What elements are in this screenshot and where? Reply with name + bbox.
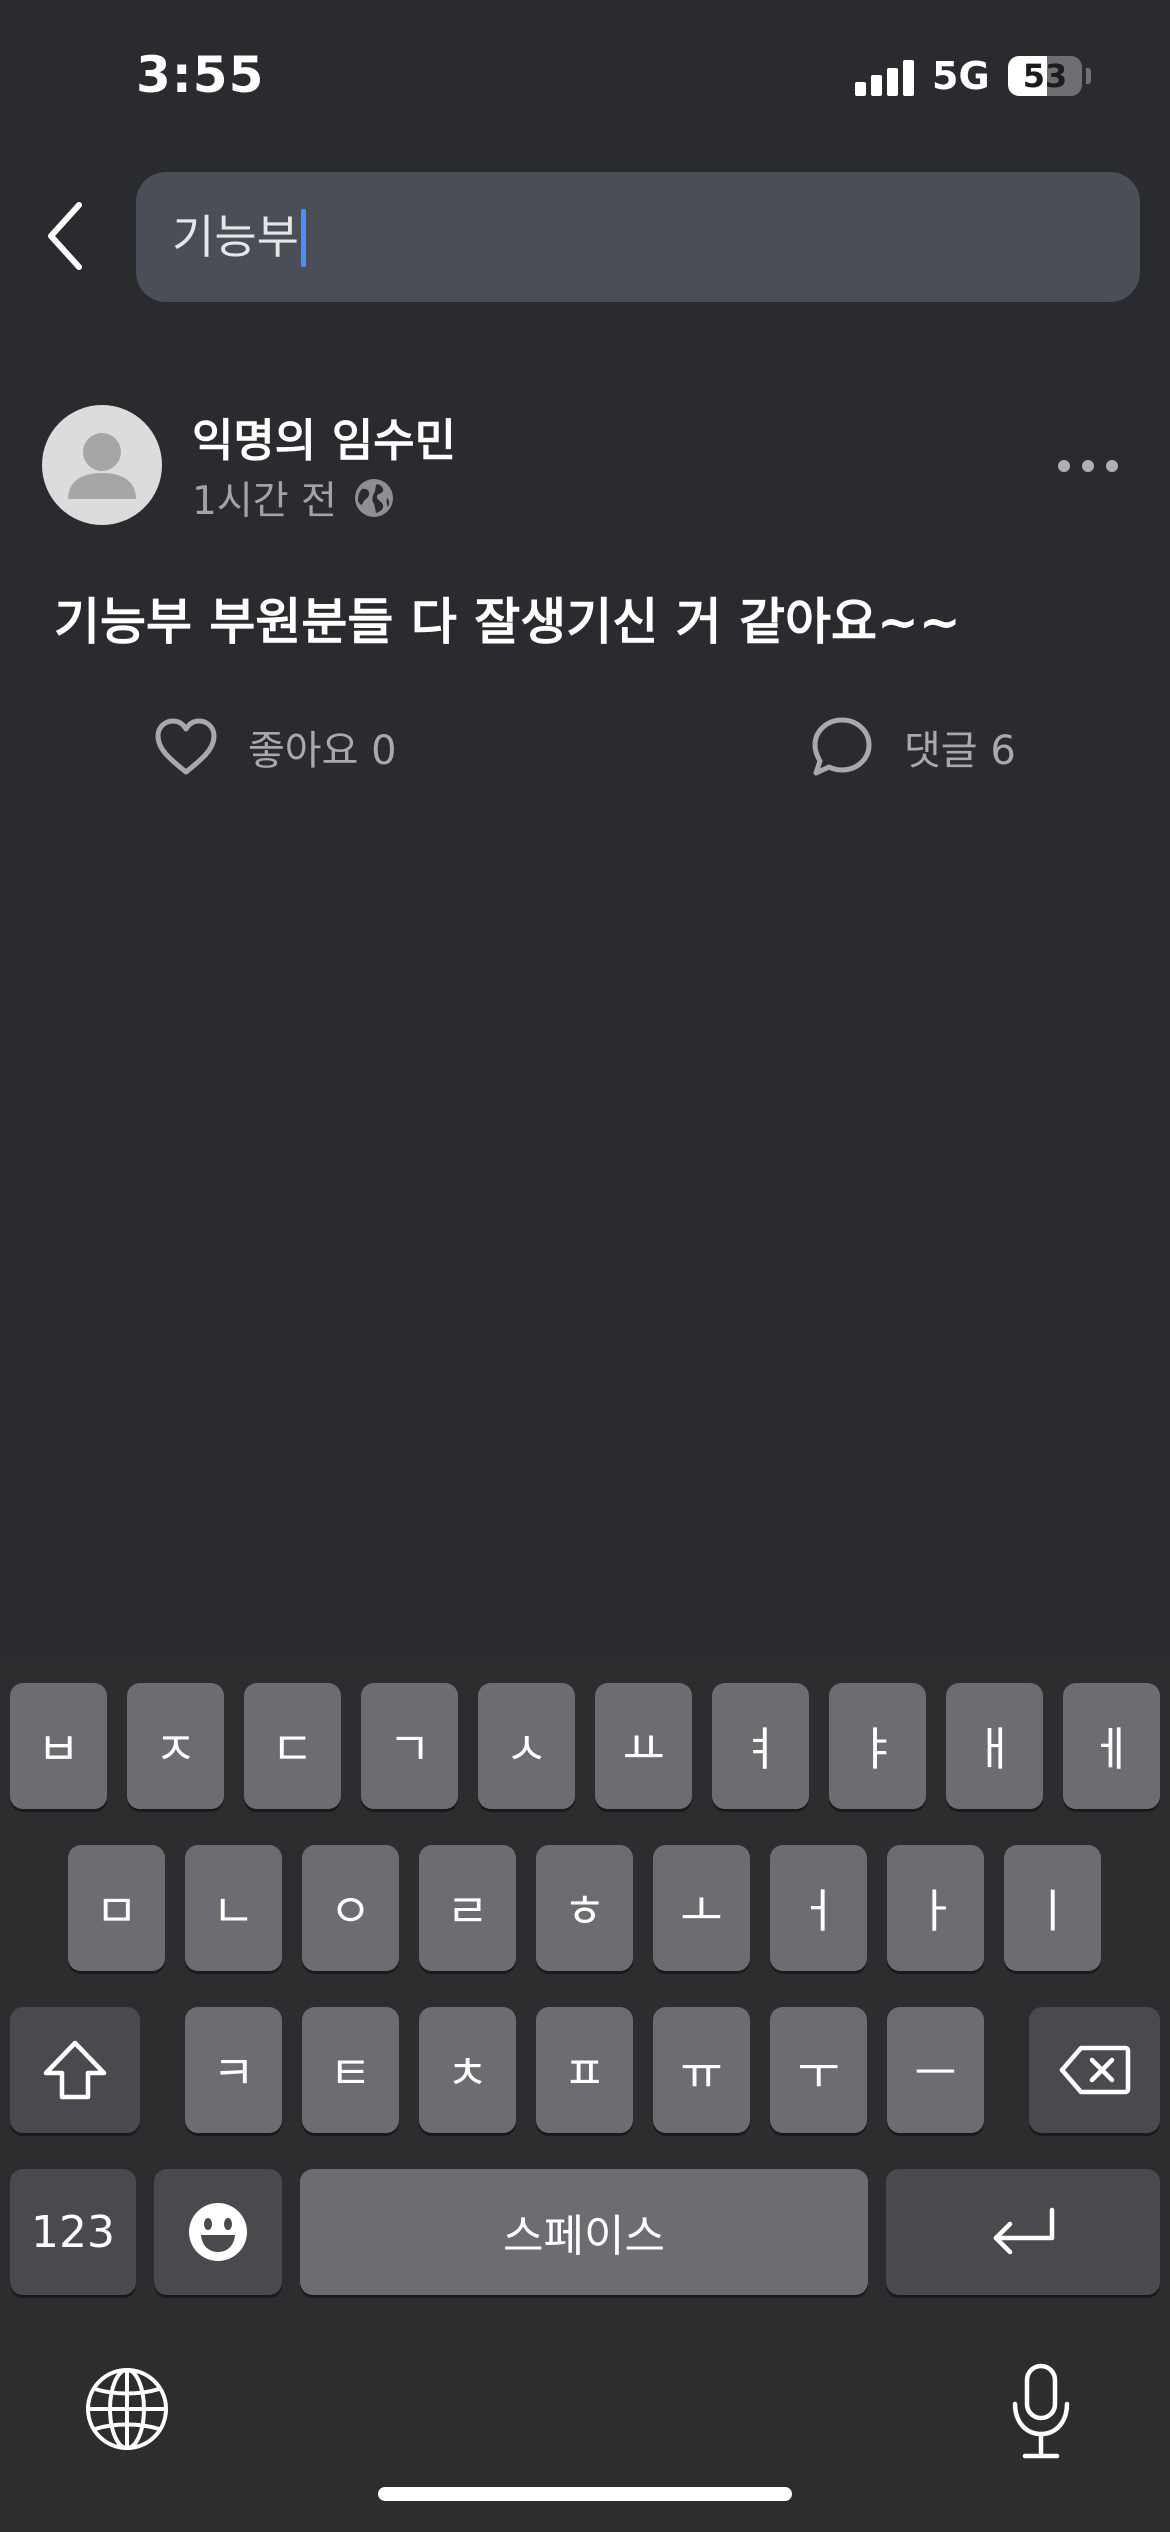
more-options-button[interactable]: [1058, 448, 1118, 484]
ellipsis-icon-dot: [1106, 460, 1118, 472]
key[interactable]: ㅎ: [536, 1845, 633, 1971]
microphone-icon: [1012, 2363, 1070, 2459]
battery-percentage: 53: [1022, 57, 1068, 95]
key[interactable]: ㅗ: [653, 1845, 750, 1971]
default-user-icon: [68, 433, 136, 499]
like-count-label: 좋아요 0: [248, 728, 397, 774]
post-body[interactable]: 기능부 부원분들 다 잘생기신 거 같아요~~: [54, 582, 961, 654]
key[interactable]: ㅁ: [68, 1845, 165, 1971]
back-button[interactable]: [30, 196, 100, 276]
post-meta: 1시간 전: [192, 470, 395, 526]
emoji-key[interactable]: [154, 2169, 282, 2295]
text-cursor: [301, 209, 306, 267]
key[interactable]: ㄷ: [244, 1683, 341, 1809]
key[interactable]: ㅛ: [595, 1683, 692, 1809]
key[interactable]: ㅕ: [712, 1683, 809, 1809]
key[interactable]: ㅠ: [653, 2007, 750, 2133]
space-key[interactable]: 스페이스: [300, 2169, 868, 2295]
emoji-face-icon: [189, 2203, 247, 2261]
search-field[interactable]: 기능부: [136, 172, 1140, 302]
key[interactable]: ㅊ: [419, 2007, 516, 2133]
post-time: 1시간 전: [192, 479, 337, 524]
keyboard-globe-button[interactable]: [84, 2366, 170, 2452]
search-input-text[interactable]: 기능부: [172, 172, 299, 302]
status-bar: 3:55 5G 53: [0, 0, 1170, 150]
key[interactable]: ㅔ: [1063, 1683, 1160, 1809]
key[interactable]: ㅂ: [10, 1683, 107, 1809]
dictation-button[interactable]: [1006, 2362, 1076, 2462]
shift-arrow-icon: [43, 2040, 107, 2100]
key[interactable]: ㅐ: [946, 1683, 1043, 1809]
network-type: 5G: [932, 54, 990, 98]
status-time: 3:55: [136, 46, 265, 104]
key[interactable]: ㅅ: [478, 1683, 575, 1809]
key[interactable]: ㅇ: [302, 1845, 399, 1971]
globe-icon: [86, 2368, 168, 2450]
key[interactable]: ㄹ: [419, 1845, 516, 1971]
key[interactable]: ㄴ: [185, 1845, 282, 1971]
key[interactable]: ㅑ: [829, 1683, 926, 1809]
heart-icon: [155, 718, 217, 775]
speech-bubble-icon: [812, 717, 872, 776]
key[interactable]: ㅣ: [1004, 1845, 1101, 1971]
screen: 3:55 5G 53 기능부 익명의 임수민 1시간 전 기능부 부원분들 다 …: [0, 0, 1170, 2532]
key[interactable]: ㄱ: [361, 1683, 458, 1809]
globe-icon: [354, 479, 393, 517]
return-arrow-icon: [993, 2207, 1055, 2255]
key[interactable]: ㅌ: [302, 2007, 399, 2133]
key[interactable]: ㅜ: [770, 2007, 867, 2133]
like-button[interactable]: 좋아요 0: [154, 712, 397, 782]
ellipsis-icon-dot: [1082, 460, 1094, 472]
return-key[interactable]: [886, 2169, 1160, 2295]
comment-button[interactable]: 댓글 6: [810, 712, 1016, 782]
author-name[interactable]: 익명의 임수민: [192, 404, 456, 469]
ellipsis-icon-dot: [1058, 460, 1070, 472]
key[interactable]: ㅡ: [887, 2007, 984, 2133]
shift-key[interactable]: [10, 2007, 140, 2133]
battery-icon: 53: [1008, 56, 1082, 96]
key[interactable]: ㅋ: [185, 2007, 282, 2133]
key[interactable]: ㅈ: [127, 1683, 224, 1809]
keyboard: ㅂ ㅈ ㄷ ㄱ ㅅ ㅛ ㅕ ㅑ ㅐ ㅔ ㅁ ㄴ ㅇ ㄹ ㅎ ㅗ ㅓ ㅏ ㅣ ㅋ …: [0, 1657, 1170, 2532]
cellular-signal-icon: [855, 60, 915, 96]
numbers-key[interactable]: 123: [10, 2169, 136, 2295]
chevron-left-icon: [48, 202, 82, 270]
delete-key[interactable]: [1029, 2007, 1160, 2133]
battery-tip: [1086, 68, 1091, 84]
backspace-icon: [1059, 2045, 1130, 2095]
home-indicator[interactable]: [378, 2487, 792, 2501]
key[interactable]: ㅓ: [770, 1845, 867, 1971]
avatar[interactable]: [42, 405, 162, 525]
key[interactable]: ㅏ: [887, 1845, 984, 1971]
comment-count-label: 댓글 6: [904, 728, 1016, 774]
key[interactable]: ㅍ: [536, 2007, 633, 2133]
